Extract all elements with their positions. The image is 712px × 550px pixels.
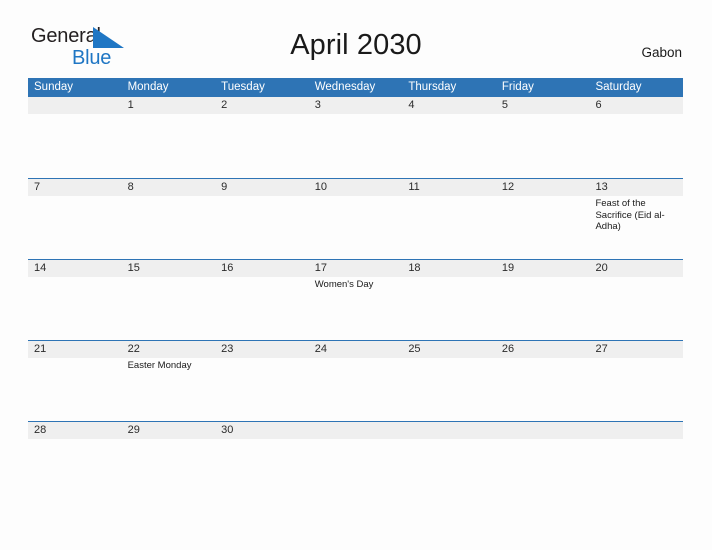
day-cell[interactable]: 17 Women's Day [309,260,403,340]
day-number: 9 [221,181,228,193]
week-cells: 21 22 Easter Monday 23 24 25 26 27 [28,341,683,421]
day-number: 21 [34,343,47,355]
day-cell-empty [589,422,683,502]
day-number: 19 [501,262,515,274]
week-cells: 1 2 3 4 5 6 [28,97,683,178]
day-cell[interactable]: 14 [28,260,122,340]
weekday-header-wednesday: Wednesday [314,81,376,93]
day-cell[interactable]: 30 [215,422,309,502]
day-number: 30 [221,424,234,436]
calendar-grid: Sunday Monday Tuesday Wednesday Thursday… [28,78,683,502]
day-cell[interactable]: 13 Feast of the Sacrifice (Eid al-Adha) [589,179,683,259]
day-cell[interactable]: 10 [309,179,403,259]
day-number: 14 [34,262,47,274]
day-number: 3 [314,99,321,111]
day-cell[interactable]: 1 [122,97,216,178]
calendar-week-row: 1 2 3 4 5 6 [28,97,683,178]
week-cells: 7 8 9 10 11 12 13 Feast of the Sacrifice (Eid a… [28,179,683,259]
day-number: 26 [501,343,515,355]
day-number: 4 [408,99,415,111]
day-number: 29 [127,424,140,436]
day-number: 17 [314,262,327,274]
calendar-week-row: 7 8 9 10 11 12 13 Feast of the Sacrifice (Eid a… [28,178,683,259]
week-cells: 14 15 16 17 Women's Day 18 19 20 [28,260,683,340]
week-cells: 28 29 30 [28,422,683,502]
day-number: 24 [314,343,327,355]
day-cell[interactable]: 7 [28,179,122,259]
weekday-header-thursday: Thursday [408,81,457,93]
day-events: Women's Day [315,279,398,291]
day-events: Easter Monday [128,360,211,372]
day-number: 8 [127,181,134,193]
day-number: 10 [314,181,327,193]
day-cell[interactable]: 29 [122,422,216,502]
day-cell[interactable]: 16 [215,260,309,340]
day-cell[interactable]: 8 [122,179,216,259]
holiday-event: Women's Day [314,279,374,290]
day-number: 13 [595,181,608,193]
day-cell[interactable]: 2 [215,97,309,178]
weekday-header-tuesday: Tuesday [221,81,265,93]
day-cell[interactable]: 9 [215,179,309,259]
weekday-header-row: Sunday Monday Tuesday Wednesday Thursday… [28,78,683,97]
calendar-week-row: 28 29 30 [28,421,683,502]
day-number: 11 [408,181,420,193]
day-cell-empty [496,422,590,502]
day-number: 6 [595,99,602,111]
day-cell-empty [402,422,496,502]
calendar-week-row: 21 22 Easter Monday 23 24 25 26 27 [28,340,683,421]
day-cell[interactable]: 11 [402,179,496,259]
day-number: 1 [127,99,134,111]
page-title: April 2030 [290,29,422,61]
day-number: 16 [221,262,234,274]
page-header: General Blue April 2030 Gabon [0,0,712,68]
day-cell[interactable]: 20 [589,260,683,340]
day-cell[interactable]: 3 [309,97,403,178]
calendar-week-row: 14 15 16 17 Women's Day 18 19 20 [28,259,683,340]
day-cell-empty [309,422,403,502]
holiday-event: Feast of the Sacrifice (Eid al-Adha) [595,198,665,232]
day-number: 15 [127,262,140,274]
day-cell[interactable]: 12 [496,179,590,259]
holiday-event: Easter Monday [127,360,192,371]
weekday-header-saturday: Saturday [595,81,642,93]
day-cell[interactable]: 6 [589,97,683,178]
day-cell[interactable]: 26 [496,341,590,421]
day-cell[interactable]: 27 [589,341,683,421]
weekday-header-monday: Monday [127,81,169,93]
day-number: 23 [221,343,234,355]
weekday-header-sunday: Sunday [34,81,74,93]
day-cell[interactable]: 22 Easter Monday [122,341,216,421]
day-number: 22 [127,343,140,355]
day-number: 2 [221,99,228,111]
day-cell[interactable]: 15 [122,260,216,340]
day-cell[interactable]: 28 [28,422,122,502]
day-cell[interactable]: 21 [28,341,122,421]
day-number: 27 [595,343,608,355]
day-cell[interactable]: 23 [215,341,309,421]
day-number: 18 [408,262,421,274]
day-cell[interactable]: 19 [496,260,590,340]
calendar-weeks: 1 2 3 4 5 6 7 8 9 10 11 12 13 Feast of the Sacrifice … [28,97,683,502]
country-label: Gabon [641,45,682,60]
day-number: 7 [34,181,41,193]
day-number: 12 [501,181,515,193]
day-cell[interactable]: 25 [402,341,496,421]
day-cell[interactable]: 18 [402,260,496,340]
day-cell[interactable]: 5 [496,97,590,178]
day-cell[interactable]: 4 [402,97,496,178]
weekday-header-friday: Friday [501,81,534,93]
day-cell[interactable]: 24 [309,341,403,421]
day-number: 28 [34,424,47,436]
day-cell-empty [28,97,122,178]
day-events: Feast of the Sacrifice (Eid al-Adha) [595,198,678,233]
day-number: 25 [408,343,421,355]
day-number: 5 [501,99,509,111]
day-number: 20 [595,262,608,274]
